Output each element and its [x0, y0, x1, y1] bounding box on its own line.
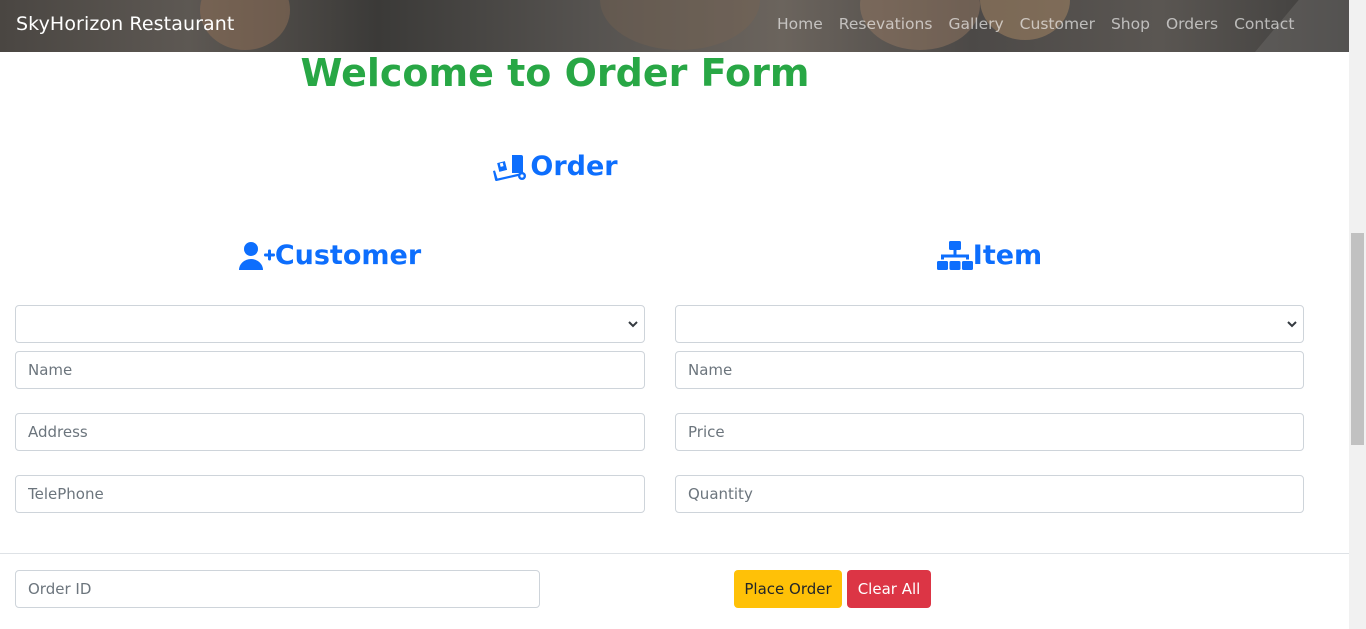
page-title: Welcome to Order Form	[300, 51, 810, 95]
customer-address-input[interactable]	[15, 413, 645, 451]
user-plus-icon	[238, 241, 275, 270]
customer-heading: Customer	[15, 240, 645, 271]
order-id-input[interactable]	[15, 570, 540, 608]
sitemap-icon	[936, 240, 973, 270]
nav-link-gallery[interactable]: Gallery	[948, 15, 1003, 33]
order-heading-label: Order	[530, 151, 618, 182]
nav-link-customer[interactable]: Customer	[1020, 15, 1095, 33]
order-heading: Order	[400, 151, 710, 182]
navbar-background-decor	[600, 0, 760, 50]
nav-link-home[interactable]: Home	[777, 15, 823, 33]
item-quantity-input[interactable]	[675, 475, 1304, 513]
customer-heading-label: Customer	[274, 240, 422, 271]
item-price-input[interactable]	[675, 413, 1304, 451]
customer-name-input[interactable]	[15, 351, 645, 389]
navbar-brand[interactable]: SkyHorizon Restaurant	[16, 13, 234, 35]
nav-link-reservations[interactable]: Resevations	[839, 15, 933, 33]
clear-all-button[interactable]: Clear All	[847, 570, 931, 608]
item-heading-label: Item	[972, 240, 1043, 271]
nav-link-contact[interactable]: Contact	[1234, 15, 1294, 33]
item-name-input[interactable]	[675, 351, 1304, 389]
item-heading: Item	[675, 240, 1304, 271]
truck-loading-icon	[493, 154, 527, 181]
nav-link-shop[interactable]: Shop	[1111, 15, 1150, 33]
nav-link-orders[interactable]: Orders	[1166, 15, 1218, 33]
item-select[interactable]	[675, 305, 1304, 343]
navbar: SkyHorizon Restaurant Home Resevations G…	[0, 0, 1349, 52]
nav-links: Home Resevations Gallery Customer Shop O…	[777, 15, 1310, 33]
customer-telephone-input[interactable]	[15, 475, 645, 513]
place-order-button[interactable]: Place Order	[734, 570, 842, 608]
customer-select[interactable]	[15, 305, 645, 343]
page-scrollbar-thumb[interactable]	[1351, 233, 1364, 445]
section-divider	[0, 553, 1349, 554]
